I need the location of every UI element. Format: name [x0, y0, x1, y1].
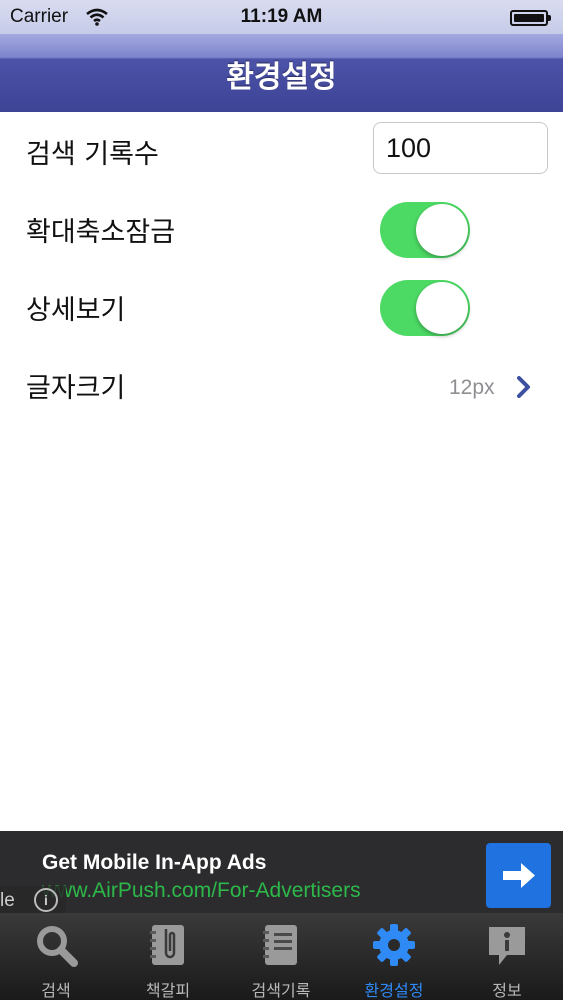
tab-label-search: 검색 — [41, 981, 71, 1000]
zoom-lock-toggle[interactable] — [380, 202, 470, 258]
bookmark-icon — [150, 925, 184, 965]
search-icon — [37, 926, 78, 967]
info-icon — [489, 927, 525, 965]
ad-title: Get Mobile In-App Ads — [42, 851, 267, 874]
ad-url-link[interactable]: www.AirPush.com/For-Advertisers — [42, 879, 361, 903]
tab-label-info: 정보 — [492, 981, 522, 1000]
tab-search-history[interactable]: 검색기록 — [225, 913, 337, 1000]
font-size-value: 12px — [449, 376, 495, 399]
arrow-right-icon — [503, 863, 535, 888]
tab-settings[interactable]: 환경설정 — [338, 913, 450, 1000]
toggle-knob — [416, 282, 468, 334]
setting-row-detail-view: 상세보기 — [0, 268, 563, 346]
tab-search[interactable]: 검색 — [0, 913, 112, 1000]
setting-row-zoom-lock: 확대축소잠금 — [0, 190, 563, 268]
font-size-label: 글자크기 — [26, 373, 126, 404]
ad-info-badge[interactable]: le i — [0, 886, 66, 916]
tab-label-settings: 환경설정 — [364, 981, 424, 1000]
ad-banner[interactable]: Get Mobile In-App Ads www.AirPush.com/Fo… — [0, 831, 563, 913]
info-circle-icon: i — [34, 888, 58, 912]
tab-bar: 검색 책갈피 검색기록 환경설정 정보 — [0, 913, 563, 1000]
detail-view-toggle[interactable] — [380, 280, 470, 336]
page-title: 환경설정 — [226, 60, 337, 95]
status-bar: Carrier 11:19 AM — [0, 0, 563, 34]
ad-info-text: le — [0, 890, 15, 911]
tab-label-search-history: 검색기록 — [251, 981, 311, 1000]
notebook-icon — [263, 925, 297, 965]
tab-label-bookmarks: 책갈피 — [145, 981, 191, 1000]
setting-row-font-size[interactable]: 글자크기 12px — [0, 346, 563, 424]
setting-row-search-history: 검색 기록수 — [0, 112, 563, 190]
ad-arrow-button[interactable] — [486, 843, 551, 908]
search-history-count-input[interactable] — [373, 122, 548, 174]
battery-icon — [510, 10, 551, 26]
chevron-right-icon — [516, 376, 532, 402]
tab-info[interactable]: 정보 — [451, 913, 563, 1000]
zoom-lock-label: 확대축소잠금 — [26, 217, 176, 248]
clock: 11:19 AM — [240, 6, 323, 27]
detail-view-label: 상세보기 — [26, 295, 126, 326]
tab-bookmarks[interactable]: 책갈피 — [112, 913, 224, 1000]
gear-icon — [373, 924, 415, 966]
navigation-bar: 환경설정 — [0, 34, 563, 112]
toggle-knob — [416, 204, 468, 256]
search-history-label: 검색 기록수 — [26, 139, 159, 170]
